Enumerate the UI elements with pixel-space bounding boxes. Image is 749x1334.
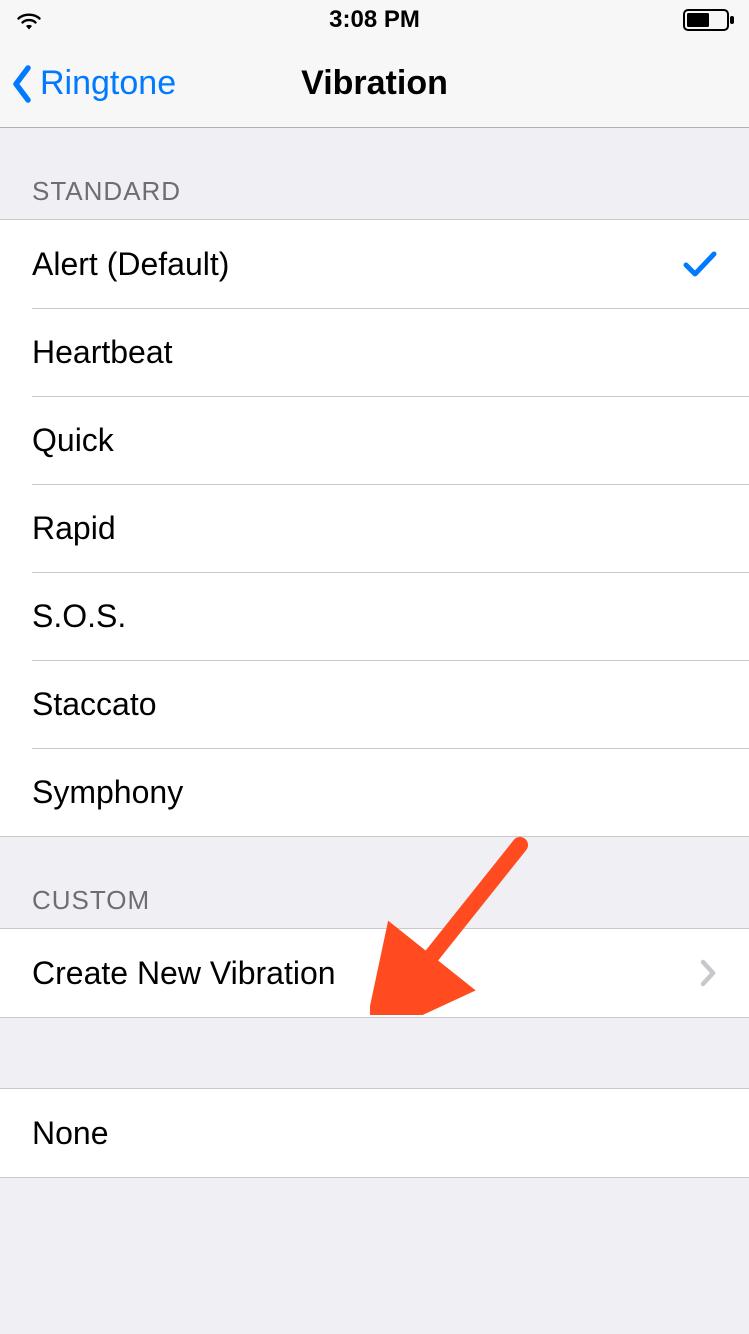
cell-label: Quick — [32, 422, 717, 459]
back-button[interactable]: Ringtone — [0, 40, 176, 127]
section-header-standard: STANDARD — [0, 128, 749, 219]
vibration-option-none[interactable]: None — [0, 1089, 749, 1177]
vibration-option-heartbeat[interactable]: Heartbeat — [0, 308, 749, 396]
cell-label: Alert (Default) — [32, 246, 683, 283]
vibration-option-rapid[interactable]: Rapid — [0, 484, 749, 572]
group-none: None — [0, 1088, 749, 1178]
status-time: 3:08 PM — [134, 6, 615, 34]
section-spacer — [0, 1018, 749, 1088]
cell-label: Create New Vibration — [32, 955, 699, 992]
section-header-custom: CUSTOM — [0, 837, 749, 928]
cell-label: Heartbeat — [32, 334, 717, 371]
group-standard: Alert (Default) Heartbeat Quick Rapid S.… — [0, 219, 749, 837]
status-right — [615, 9, 735, 31]
status-left — [14, 9, 134, 31]
create-new-vibration[interactable]: Create New Vibration — [0, 929, 749, 1017]
cell-label: Symphony — [32, 774, 717, 811]
vibration-option-quick[interactable]: Quick — [0, 396, 749, 484]
vibration-option-symphony[interactable]: Symphony — [0, 748, 749, 836]
status-bar: 3:08 PM — [0, 0, 749, 40]
nav-bar: Ringtone Vibration — [0, 40, 749, 128]
cell-label: Staccato — [32, 686, 717, 723]
chevron-left-icon — [10, 64, 34, 104]
vibration-option-alert-default[interactable]: Alert (Default) — [0, 220, 749, 308]
back-label: Ringtone — [40, 64, 176, 103]
vibration-option-staccato[interactable]: Staccato — [0, 660, 749, 748]
cell-label: None — [32, 1115, 717, 1152]
battery-icon — [683, 9, 735, 31]
chevron-right-icon — [699, 958, 717, 988]
checkmark-icon — [683, 249, 717, 279]
vibration-option-sos[interactable]: S.O.S. — [0, 572, 749, 660]
wifi-icon — [14, 9, 44, 31]
group-custom: Create New Vibration — [0, 928, 749, 1018]
cell-label: S.O.S. — [32, 598, 717, 635]
cell-label: Rapid — [32, 510, 717, 547]
